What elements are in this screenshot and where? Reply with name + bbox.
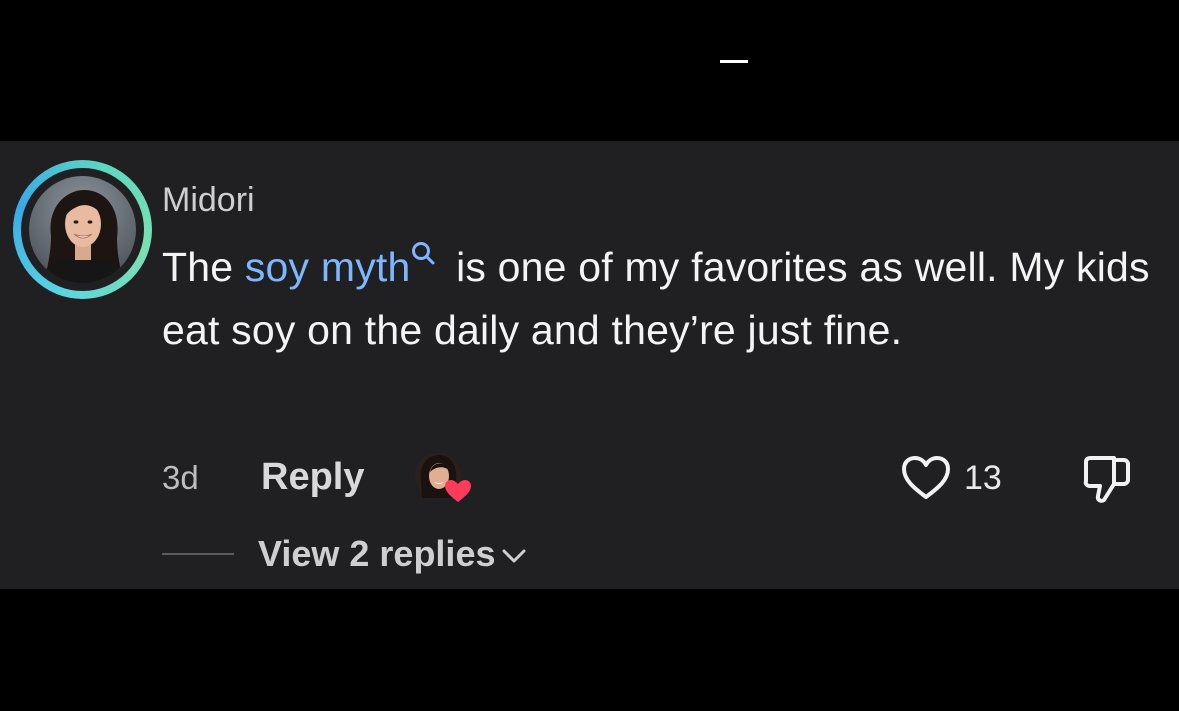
search-link[interactable]: soy myth — [245, 242, 445, 290]
dislike-button[interactable] — [1080, 454, 1134, 506]
replies-divider — [162, 553, 234, 555]
screen: Midori The soy myth is one of my favorit… — [0, 0, 1179, 711]
username[interactable]: Midori — [162, 180, 255, 220]
comment-timestamp: 3d — [162, 459, 199, 496]
avatar-portrait-icon — [39, 190, 127, 283]
avatar-inner — [21, 168, 144, 291]
avatar[interactable] — [13, 160, 152, 299]
avatar-photo — [29, 176, 136, 283]
view-replies-label[interactable]: View 2 replies — [258, 533, 495, 574]
top-dash-mark — [720, 60, 748, 63]
search-link-label[interactable]: soy myth — [245, 244, 411, 290]
comment-text: The soy myth is one of my favorites as w… — [162, 236, 1152, 362]
view-replies-button[interactable]: View 2 replies — [258, 532, 527, 576]
like-count: 13 — [964, 459, 1002, 497]
reply-button[interactable]: Reply — [261, 455, 364, 499]
like-button[interactable] — [900, 454, 952, 502]
heart-outline-icon[interactable] — [900, 454, 952, 502]
creator-liked-badge — [414, 452, 472, 504]
chevron-down-icon[interactable] — [501, 547, 527, 565]
creator-avatar-icon — [415, 453, 471, 502]
search-icon[interactable] — [410, 240, 436, 266]
comment-text-start: The — [162, 244, 245, 290]
thumbs-down-icon[interactable] — [1080, 454, 1134, 506]
